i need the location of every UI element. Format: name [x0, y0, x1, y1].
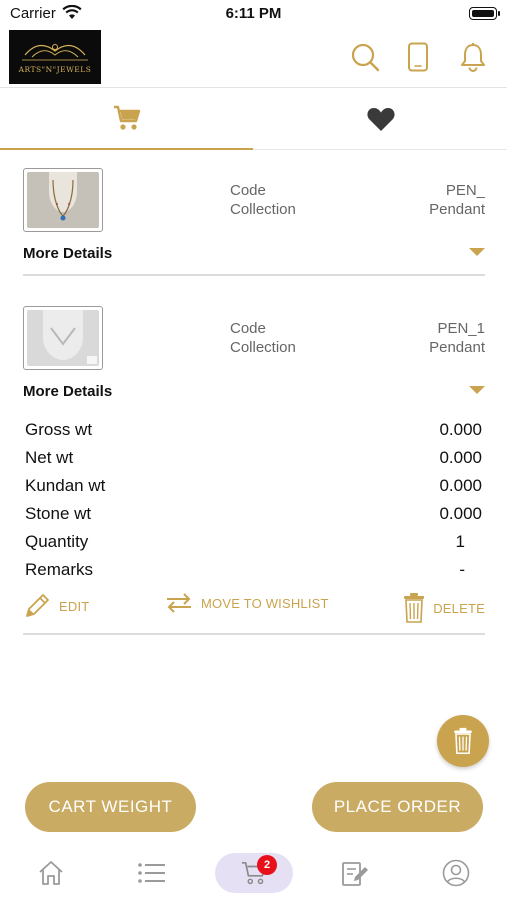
tab-cart[interactable]	[0, 88, 253, 150]
logo-ornament-icon	[22, 43, 88, 60]
detail-value: 0.000	[439, 420, 482, 439]
collection-label: Collection	[230, 201, 296, 218]
move-to-wishlist-label: MOVE TO WISHLIST	[201, 595, 329, 611]
clear-cart-fab[interactable]	[437, 715, 489, 767]
detail-row-net-wt: Net wt 0.000	[25, 446, 485, 474]
code-label: Code	[230, 320, 266, 337]
clock: 6:11 PM	[225, 5, 282, 22]
tab-wishlist[interactable]	[254, 88, 507, 150]
chevron-down-icon[interactable]	[469, 248, 485, 256]
code-value: PEN_1	[437, 320, 485, 337]
tab-profile[interactable]	[417, 853, 495, 893]
trash-icon	[454, 727, 472, 755]
logo-text: ARTS"N"JEWELS	[18, 64, 92, 74]
product-image	[27, 310, 99, 366]
place-order-button[interactable]: PLACE ORDER	[312, 782, 483, 832]
product-thumbnail[interactable]	[23, 306, 103, 370]
detail-value: 1	[455, 532, 465, 551]
edit-button[interactable]: EDIT	[23, 592, 89, 620]
item-actions: EDIT MOVE TO WISHLIST DELETE	[23, 592, 485, 624]
collection-value: Pendant	[429, 339, 485, 356]
detail-label: Quantity	[25, 532, 89, 551]
home-icon	[39, 861, 63, 885]
trash-icon	[404, 593, 425, 623]
tab-catalog[interactable]	[113, 853, 191, 893]
item-divider	[23, 633, 485, 635]
detail-value: 0.000	[439, 448, 482, 467]
swap-arrows-icon	[167, 593, 191, 613]
collection-value: Pendant	[429, 201, 485, 218]
item-divider	[23, 274, 485, 276]
pencil-icon	[26, 594, 49, 617]
user-icon	[442, 859, 470, 887]
product-thumbnail[interactable]	[23, 168, 103, 232]
detail-row-kundan-wt: Kundan wt 0.000	[25, 474, 485, 502]
tab-home[interactable]	[12, 853, 90, 893]
delete-label: DELETE	[433, 600, 485, 616]
detail-value: -	[459, 560, 465, 579]
tab-cart-active[interactable]: 2	[215, 853, 293, 893]
detail-label: Stone wt	[25, 504, 92, 523]
tab-orders[interactable]	[316, 853, 394, 893]
delete-button[interactable]: DELETE	[403, 592, 485, 624]
app-header: ARTS"N"JEWELS	[0, 28, 507, 88]
cart-item: Code Collection PEN_ Pendant More Detail…	[23, 168, 485, 278]
item-details: Gross wt 0.000 Net wt 0.000 Kundan wt 0.…	[25, 418, 485, 586]
more-details-label[interactable]: More Details	[23, 383, 112, 400]
brand-logo[interactable]: ARTS"N"JEWELS	[9, 30, 101, 84]
detail-label: Gross wt	[25, 420, 93, 439]
cart-item: Code Collection PEN_1 Pendant More Detai…	[23, 306, 485, 406]
detail-row-remarks: Remarks -	[25, 558, 485, 586]
edit-label: EDIT	[59, 598, 90, 614]
heart-icon	[366, 108, 395, 131]
phone-icon[interactable]	[407, 42, 429, 77]
detail-row-quantity: Quantity 1	[25, 530, 485, 558]
more-details-label[interactable]: More Details	[23, 245, 112, 262]
product-image	[27, 172, 99, 228]
bell-icon[interactable]	[459, 42, 487, 77]
detail-label: Net wt	[25, 448, 74, 467]
order-edit-icon	[342, 862, 368, 886]
list-icon	[138, 863, 165, 883]
code-label: Code	[230, 182, 266, 199]
cart-wishlist-tabs	[0, 88, 507, 150]
search-icon[interactable]	[350, 42, 380, 77]
detail-value: 0.000	[439, 476, 482, 495]
cart-weight-button[interactable]: CART WEIGHT	[25, 782, 196, 832]
code-value: PEN_	[445, 182, 485, 199]
status-bar: Carrier 6:11 PM	[0, 0, 507, 28]
bottom-tab-bar: 2	[0, 845, 507, 900]
detail-row-gross-wt: Gross wt 0.000	[25, 418, 485, 446]
cart-icon	[113, 105, 140, 130]
chevron-down-icon[interactable]	[469, 386, 485, 394]
detail-label: Remarks	[25, 560, 94, 579]
cart-count-badge: 2	[257, 855, 277, 875]
battery-icon	[469, 7, 500, 20]
move-to-wishlist-button[interactable]: MOVE TO WISHLIST	[165, 592, 329, 614]
collection-label: Collection	[230, 339, 296, 356]
detail-label: Kundan wt	[25, 476, 106, 495]
detail-row-stone-wt: Stone wt 0.000	[25, 502, 485, 530]
detail-value: 0.000	[439, 504, 482, 523]
